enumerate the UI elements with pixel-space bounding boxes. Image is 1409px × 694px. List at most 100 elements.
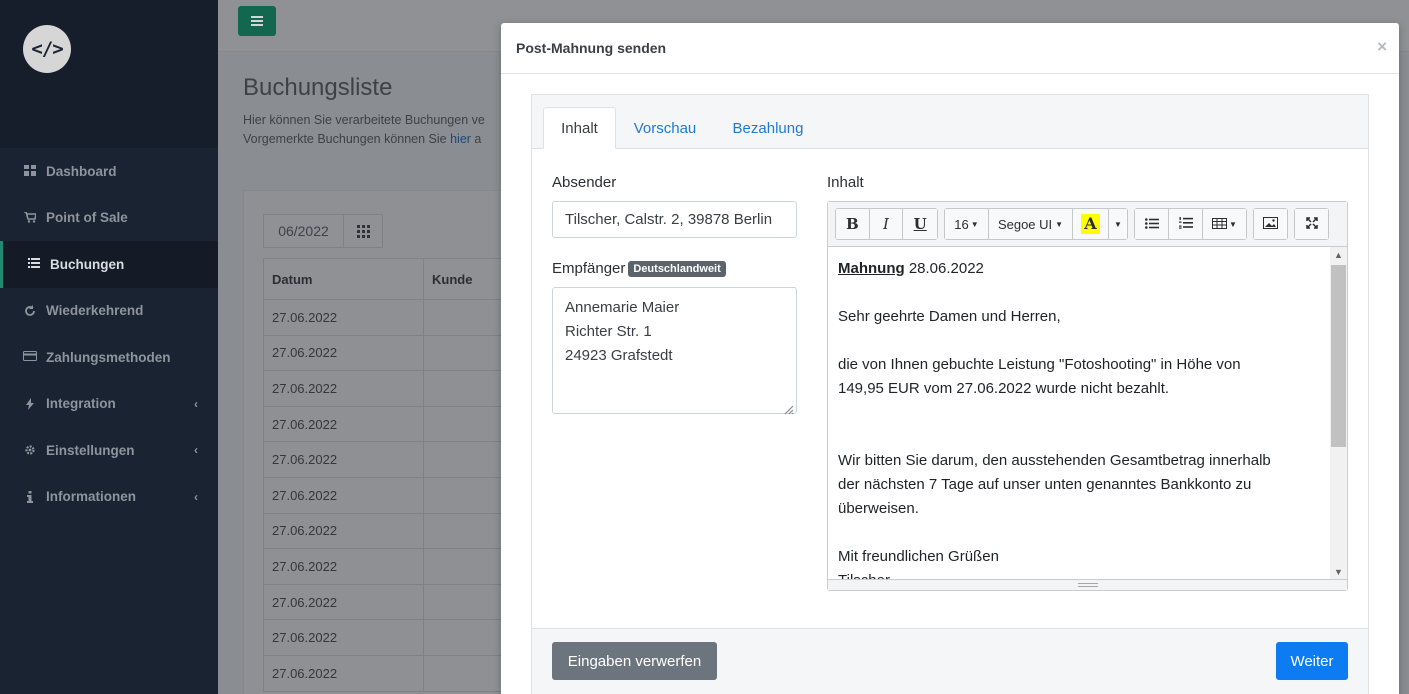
caret-down-icon: ▼ [1055, 219, 1064, 229]
cell-date: 27.06.2022 [263, 619, 424, 656]
table-row[interactable]: 27.06.2022 [263, 512, 523, 550]
resize-handle-icon[interactable] [782, 399, 794, 415]
editor-content[interactable]: Mahnung 28.06.2022 Sehr geehrte Damen un… [828, 247, 1331, 580]
bold-button[interactable]: B [836, 209, 870, 239]
unordered-list-button[interactable] [1135, 209, 1169, 239]
table-row[interactable]: 27.06.2022 [263, 476, 523, 514]
cell-date: 27.06.2022 [263, 512, 424, 550]
letter-salutation: Sehr geehrte Damen und Herren, [838, 308, 1061, 325]
tab-vorschau[interactable]: Vorschau [622, 107, 708, 149]
cell-date: 27.06.2022 [263, 441, 424, 478]
modal-tab-panel: Inhalt Vorschau Bezahlung Absender Tilsc… [531, 94, 1369, 694]
media-button-group [1253, 208, 1288, 240]
table-row[interactable]: 27.06.2022 [263, 583, 523, 621]
letter-text-line: 149,95 EUR vom 27.06.2022 wurde nicht be… [838, 380, 1170, 397]
table-row[interactable]: 27.06.2022 [263, 405, 523, 443]
month-value[interactable]: 06/2022 [264, 215, 344, 247]
font-size-value: 16 [954, 216, 969, 232]
chevron-left-icon: ‹ [194, 396, 198, 411]
info-icon [23, 490, 37, 503]
caret-down-icon: ▼ [970, 219, 979, 229]
repeat-icon [23, 304, 37, 317]
address-line: Richter Str. 1 [565, 323, 652, 340]
discard-button[interactable]: Eingaben verwerfen [552, 642, 717, 680]
sidebar-item-wiederkehrend[interactable]: Wiederkehrend [0, 288, 218, 335]
ordered-list-button[interactable] [1169, 209, 1203, 239]
editor-scrollbar[interactable]: ▲ ▼ [1330, 247, 1347, 580]
table-insert-button[interactable]: ▼ [1203, 209, 1246, 239]
table-row[interactable]: 27.06.2022 [263, 441, 523, 478]
tab-bezahlung[interactable]: Bezahlung [718, 107, 818, 149]
letter-text-line: Wir bitten Sie darum, den ausstehenden G… [838, 452, 1271, 469]
table-row[interactable]: 27.06.2022 [263, 654, 523, 692]
font-family-dropdown[interactable]: Segoe UI ▼ [989, 209, 1073, 239]
format-button-group: B I U [835, 208, 938, 240]
cell-date: 27.06.2022 [263, 334, 424, 372]
column-header-datum[interactable]: Datum [263, 258, 424, 300]
sidebar-item-label: Point of Sale [46, 210, 128, 226]
subtitle-line-1: Hier können Sie verarbeitete Buchungen v… [243, 113, 485, 127]
sidebar-item-buchungen[interactable]: Buchungen [0, 241, 218, 288]
page-subtitle: Hier können Sie verarbeitete Buchungen v… [243, 111, 485, 149]
fullscreen-button[interactable] [1295, 209, 1328, 239]
sidebar: </> Dashboard Point of Sale Buchungen Wi… [0, 0, 218, 694]
subtitle-text: Vorgemerkte Buchungen können Sie [243, 132, 451, 146]
expand-icon [1305, 216, 1318, 232]
font-size-dropdown[interactable]: 16 ▼ [945, 209, 989, 239]
scroll-down-icon[interactable]: ▼ [1330, 564, 1347, 580]
editor-resize-bar[interactable] [828, 579, 1347, 590]
scrollbar-thumb[interactable] [1331, 265, 1346, 447]
next-button[interactable]: Weiter [1276, 642, 1348, 680]
credit-card-icon [23, 351, 37, 363]
sidebar-item-label: Wiederkehrend [46, 303, 144, 319]
underline-button[interactable]: U [903, 209, 937, 239]
sidebar-item-point-of-sale[interactable]: Point of Sale [0, 195, 218, 242]
sidebar-header: </> [0, 0, 218, 148]
app-logo[interactable]: </> [23, 25, 71, 73]
cell-date: 27.06.2022 [263, 405, 424, 443]
chevron-left-icon: ‹ [194, 443, 198, 458]
reserved-bookings-link[interactable]: hier [450, 132, 471, 146]
modal-footer: Eingaben verwerfen Weiter [532, 628, 1368, 694]
insert-image-button[interactable] [1254, 209, 1287, 239]
text-color-button[interactable]: A [1073, 209, 1109, 239]
sidebar-item-integration[interactable]: Integration ‹ [0, 381, 218, 428]
month-picker[interactable]: 06/2022 [263, 214, 383, 248]
letter-heading-date: 28.06.2022 [904, 260, 984, 277]
close-icon[interactable]: × [1377, 37, 1387, 57]
address-line: 24923 Grafstedt [565, 347, 673, 364]
delivery-region-badge: Deutschlandweit [628, 261, 726, 277]
tab-inhalt[interactable]: Inhalt [543, 107, 616, 149]
reminder-modal: Post-Mahnung senden × Inhalt Vorschau Be… [501, 23, 1399, 694]
table-row[interactable]: 27.06.2022 [263, 299, 523, 336]
sender-label: Absender [552, 174, 617, 191]
table-row[interactable]: 27.06.2022 [263, 370, 523, 407]
letter-heading: Mahnung 28.06.2022 [838, 257, 1321, 281]
sidebar-item-einstellungen[interactable]: Einstellungen ‹ [0, 427, 218, 474]
table-row[interactable]: 27.06.2022 [263, 548, 523, 585]
sidebar-nav: Dashboard Point of Sale Buchungen Wieder… [0, 148, 218, 520]
chevron-left-icon: ‹ [194, 489, 198, 504]
cart-icon [23, 210, 37, 224]
sidebar-item-informationen[interactable]: Informationen ‹ [0, 474, 218, 521]
color-dropdown-caret[interactable]: ▼ [1109, 209, 1127, 239]
grip-icon [1077, 583, 1098, 587]
menu-toggle-button[interactable] [238, 6, 276, 36]
sidebar-item-label: Informationen [46, 489, 136, 505]
letter-text-line: überweisen. [838, 500, 919, 517]
scroll-up-icon[interactable]: ▲ [1330, 247, 1347, 263]
sidebar-item-dashboard[interactable]: Dashboard [0, 148, 218, 195]
calendar-grid-icon[interactable] [344, 215, 382, 247]
sender-input[interactable]: Tilscher, Calstr. 2, 39878 Berlin [552, 201, 797, 238]
sidebar-item-label: Zahlungsmethoden [46, 349, 171, 365]
cell-date: 27.06.2022 [263, 370, 424, 407]
sidebar-item-zahlungsmethoden[interactable]: Zahlungsmethoden [0, 334, 218, 381]
recipient-address-textarea[interactable]: Annemarie Maier Richter Str. 1 24923 Gra… [552, 287, 797, 415]
italic-button[interactable]: I [869, 209, 904, 239]
table-row[interactable]: 27.06.2022 [263, 334, 523, 372]
table-row[interactable]: 27.06.2022 [263, 619, 523, 656]
cell-date: 27.06.2022 [263, 548, 424, 585]
